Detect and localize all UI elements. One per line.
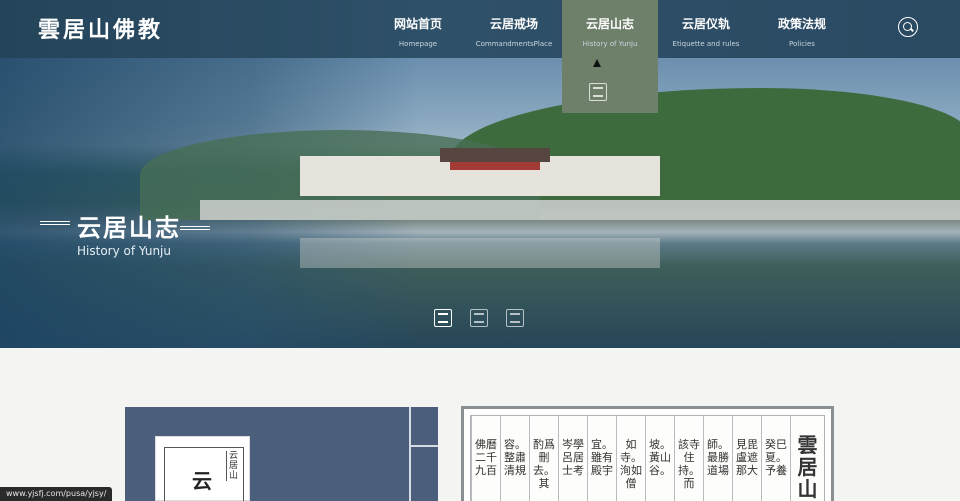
site-header: 雲居山佛教 网站首页 Homepage 云居戒场 CommandmentsPla… xyxy=(0,0,960,113)
nav-item-history[interactable]: 云居山志 History of Yunju xyxy=(562,0,658,113)
nav-sublabel: Policies xyxy=(789,40,815,48)
nav-sublabel: History of Yunju xyxy=(582,40,638,48)
scroll-columns: 雲居山 癸巳夏。予養 見毘盧遮那大 師。最勝道場 該寺住持。而 坡。黃山谷。 如… xyxy=(470,415,825,501)
cover-side-label: 云居山 xyxy=(226,451,240,481)
main-nav: 网站首页 Homepage 云居戒场 CommandmentsPlace 云居山… xyxy=(370,0,850,113)
hero-subtitle: History of Yunju xyxy=(77,244,171,258)
title-ornament-icon xyxy=(40,221,70,225)
nav-label: 网站首页 xyxy=(393,17,442,31)
search-icon[interactable] xyxy=(898,17,918,37)
nav-item-commandments[interactable]: 云居戒场 CommandmentsPlace xyxy=(466,0,562,58)
panel-divider xyxy=(409,407,411,501)
scroll-column: 容。整肅清規 xyxy=(500,416,529,501)
site-logo[interactable]: 雲居山佛教 xyxy=(38,12,163,44)
title-ornament-icon xyxy=(180,226,210,230)
hero-title: 云居山志 xyxy=(77,214,181,242)
scroll-column: 如寺。洵如僧 xyxy=(616,416,645,501)
seal-icon xyxy=(589,83,607,101)
hero-temple-roof xyxy=(440,148,550,162)
nav-label: 云居戒场 xyxy=(489,17,538,31)
scroll-column: 酌爲刪去。其 xyxy=(529,416,558,501)
book-cover[interactable]: 云 云居山 xyxy=(155,436,250,501)
slide-pager xyxy=(434,309,524,327)
hero-temple-detail xyxy=(450,162,540,170)
scroll-column: 師。最勝道場 xyxy=(703,416,732,501)
nav-label: 云居仪轨 xyxy=(681,17,730,31)
nav-item-homepage[interactable]: 网站首页 Homepage xyxy=(370,0,466,58)
nav-sublabel: CommandmentsPlace xyxy=(475,40,553,48)
content-section: 雲居山 癸巳夏。予養 見毘盧遮那大 師。最勝道場 該寺住持。而 坡。黃山谷。 如… xyxy=(0,348,960,501)
nav-label: 政策法规 xyxy=(777,17,826,31)
scroll-column: 坡。黃山谷。 xyxy=(645,416,674,501)
scroll-column: 該寺住持。而 xyxy=(674,416,703,501)
status-bar-url: www.yjsfj.com/pusa/yjsy/ xyxy=(0,487,113,501)
scripture-scroll: 雲居山 癸巳夏。予養 見毘盧遮那大 師。最勝道場 該寺住持。而 坡。黃山谷。 如… xyxy=(461,406,834,501)
scroll-column: 佛曆二千九百 xyxy=(471,416,500,501)
slide-dot-3[interactable] xyxy=(506,309,524,327)
scroll-column: 見毘盧遮那大 xyxy=(732,416,761,501)
hero-reflection xyxy=(300,238,660,268)
hero-banner: 云居山志 History of Yunju xyxy=(0,58,960,348)
scroll-title: 雲居山 xyxy=(790,416,824,501)
hero-wall xyxy=(200,200,960,220)
mouse-cursor-icon xyxy=(593,59,601,67)
slide-dot-2[interactable] xyxy=(470,309,488,327)
slide-dot-1[interactable] xyxy=(434,309,452,327)
nav-sublabel: Homepage xyxy=(398,40,438,48)
scroll-column: 岑學呂居士考 xyxy=(558,416,587,501)
panel-divider xyxy=(409,445,438,447)
scroll-column: 癸巳夏。予養 xyxy=(761,416,790,501)
scroll-column: 宜。雖有殿宇 xyxy=(587,416,616,501)
nav-item-etiquette[interactable]: 云居仪轨 Etiquette and rules xyxy=(658,0,754,58)
cover-title: 云 xyxy=(192,469,212,493)
nav-sublabel: Etiquette and rules xyxy=(672,40,740,48)
nav-label: 云居山志 xyxy=(585,17,634,31)
nav-item-policies[interactable]: 政策法规 Policies xyxy=(754,0,850,58)
